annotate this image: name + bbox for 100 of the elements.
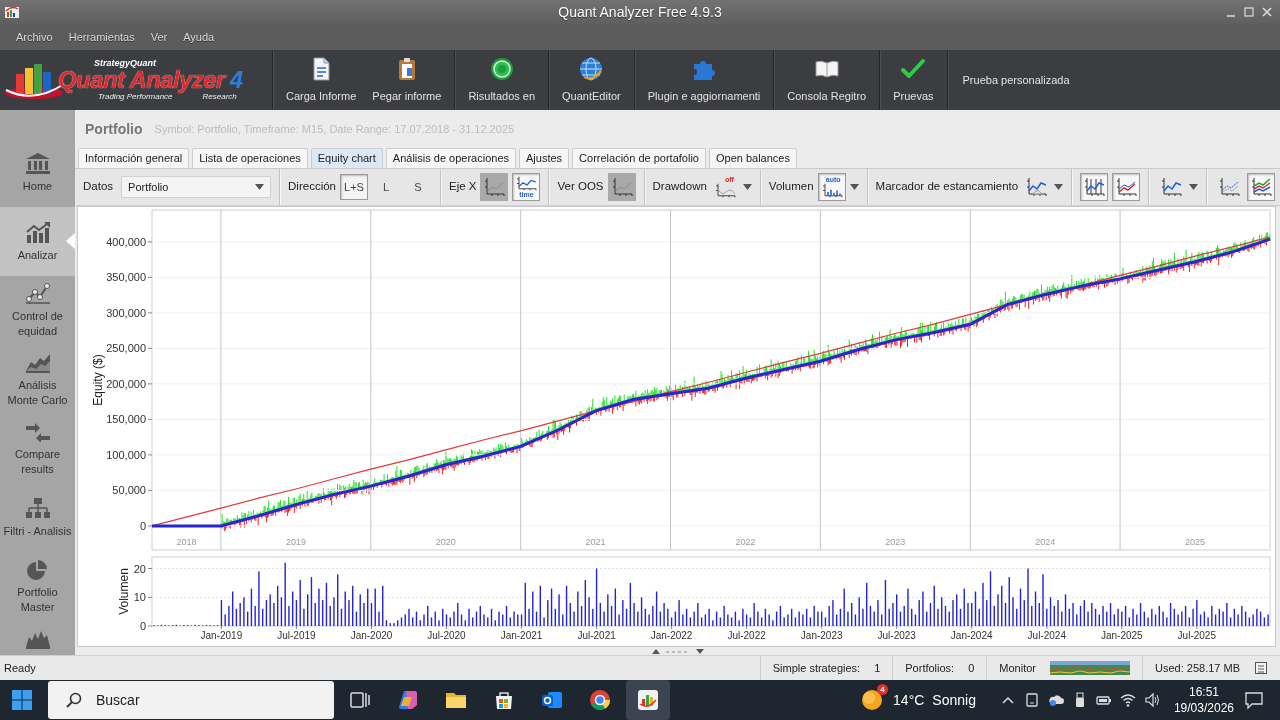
bank-building-icon xyxy=(24,151,51,174)
menu-item[interactable]: Ayuda xyxy=(175,28,223,46)
toolbar-button[interactable]: Plugin e aggiornamenti xyxy=(639,50,769,110)
axis-tick-label: 2022 xyxy=(735,537,756,547)
axis-tick-label: 2018 xyxy=(176,537,197,547)
window-title: Quant Analyzer Free 4.9.3 xyxy=(557,2,723,22)
page-title: Portfolio xyxy=(85,119,143,139)
menu-item[interactable]: Herramientas xyxy=(60,28,143,46)
status-value: 0 xyxy=(968,660,975,676)
maximize-icon[interactable] xyxy=(1244,7,1254,17)
chat-bubble-icon[interactable] xyxy=(1244,690,1264,710)
toolbar-label: Dirección xyxy=(288,179,336,195)
toolbar-button[interactable]: QuantEditor xyxy=(554,50,629,110)
line-chart-icon xyxy=(1025,177,1048,197)
coin-icon xyxy=(488,55,515,82)
tab[interactable]: Información general xyxy=(78,148,190,168)
logo-tagline: Trading Performance xyxy=(98,92,173,102)
chart-option-toggle[interactable] xyxy=(1247,173,1276,201)
axis-tick-label: 2021 xyxy=(585,537,606,547)
search-field[interactable]: Buscar xyxy=(48,681,334,719)
sidebar-item[interactable]: Control de equidad xyxy=(0,276,75,345)
axis-tick-label: Jan-2024 xyxy=(950,630,993,641)
tab[interactable]: Open balances xyxy=(708,148,797,168)
globe-icon xyxy=(578,55,605,82)
caret-down-icon[interactable] xyxy=(255,184,265,190)
cloud-icon[interactable] xyxy=(1047,692,1064,708)
toolbar-button[interactable]: Pegar informe xyxy=(364,50,450,110)
sidebar-item[interactable]: Análisis Monte Carlo xyxy=(0,345,75,414)
sidebar-item-label: Compare results xyxy=(13,447,62,477)
axis-tick-label: 2025 xyxy=(1185,537,1206,547)
axis-tick-label: 150,000 xyxy=(106,413,146,426)
sidebar-item[interactable]: Analizar xyxy=(0,207,75,276)
tab[interactable]: Lista de operaciones xyxy=(192,148,308,168)
axis-tick-label: Jul-2022 xyxy=(727,630,766,641)
direction-toggle[interactable]: S xyxy=(404,174,432,200)
weather-condition: Sonnig xyxy=(932,690,976,710)
line-chart-icon xyxy=(483,177,506,197)
hierarchy-icon xyxy=(24,496,51,519)
status-text: Ready xyxy=(3,660,37,676)
direction-toggle[interactable]: L xyxy=(372,174,400,200)
four-panes-icon xyxy=(12,690,32,710)
toolbar-label: Eje X xyxy=(449,179,477,195)
status-label: Monitor xyxy=(999,660,1036,676)
axis-tick-label: Jan-2019 xyxy=(200,630,243,641)
tablet-icon[interactable] xyxy=(1023,692,1040,708)
list-box-icon[interactable] xyxy=(1254,661,1268,675)
sidebar-item-label: Home xyxy=(22,178,53,194)
sidebar-item[interactable]: Home xyxy=(0,138,75,207)
splitter-handle-icon[interactable] xyxy=(651,647,704,655)
toolbar-button[interactable]: Prueba personalizada xyxy=(952,50,1080,110)
toolbar-button[interactable]: Risultados en xyxy=(460,50,544,110)
toolbar-button[interactable]: Consola Regitro xyxy=(779,50,875,110)
logo-brand: StrategyQuant xyxy=(93,58,158,68)
close-icon[interactable] xyxy=(1262,7,1272,17)
toolbar-label: Marcador de estancamiento xyxy=(875,179,1019,195)
status-label: Portfolios: xyxy=(905,660,955,676)
app-icon xyxy=(4,5,20,19)
axis-tick-label: Jul-2019 xyxy=(277,630,316,641)
taskbar-app-button[interactable] xyxy=(626,680,670,720)
logo-tagline: Research xyxy=(202,92,237,102)
sidebar-item[interactable]: Compare results xyxy=(0,414,75,483)
axis-tick-label: 400,000 xyxy=(106,235,146,248)
notification-badge: 4 xyxy=(877,684,889,695)
swirl-icon xyxy=(396,688,420,712)
toolbar-button[interactable]: Carga Informe xyxy=(278,50,365,110)
toolbar-label: Datos xyxy=(83,179,114,195)
line-nodes-icon xyxy=(24,282,51,304)
axis-tick-label: 250,000 xyxy=(106,342,146,355)
status-value: 1 xyxy=(874,660,881,676)
sidebar-item[interactable]: Portfolio Master xyxy=(0,552,75,621)
tab[interactable]: Ajustes xyxy=(519,148,570,168)
wifi-icon[interactable] xyxy=(1119,692,1136,708)
axis-tick-label: Jan-2021 xyxy=(500,630,543,641)
dataset-select[interactable]: Portfolio xyxy=(121,176,272,198)
tab[interactable]: Correlación de portafolio xyxy=(572,148,706,168)
line-chart-icon xyxy=(610,177,633,197)
clock-time[interactable]: 16:51 xyxy=(1173,684,1234,700)
speaker-icon[interactable] xyxy=(1143,692,1160,708)
direction-toggle[interactable]: L+S xyxy=(340,174,368,200)
menu-item[interactable]: Archivo xyxy=(8,28,61,46)
caret-down-icon[interactable] xyxy=(742,184,752,190)
caret-down-icon[interactable] xyxy=(1054,184,1064,190)
sidebar-item-label: Control de equidad xyxy=(11,309,64,339)
caret-down-icon[interactable] xyxy=(849,184,859,190)
axis-title: Volumen xyxy=(117,568,131,615)
multi-line-chart-icon xyxy=(1250,177,1273,197)
chart-option-toggle[interactable] xyxy=(1080,173,1109,201)
tab[interactable]: Equity chart xyxy=(310,148,383,168)
chart-option-toggle[interactable] xyxy=(1112,173,1141,201)
sidebar-item[interactable]: Filtri - Analisis xyxy=(0,483,75,552)
axis-tick-label: Jan-2020 xyxy=(350,630,393,641)
drawdown-chart-icon xyxy=(713,183,736,198)
memory-usage: Used: 258.17 MB xyxy=(1155,660,1240,676)
axis-tick-label: Jul-2023 xyxy=(877,630,916,641)
toolbar-button[interactable]: Pruevas xyxy=(885,50,942,110)
bar-axis-icon xyxy=(820,183,843,198)
tab[interactable]: Análisis de operaciones xyxy=(385,148,517,168)
caret-down-icon[interactable] xyxy=(1189,184,1199,190)
menu-item[interactable]: Ver xyxy=(142,28,176,46)
clock-date[interactable]: 19/03/2026 xyxy=(1173,700,1234,716)
